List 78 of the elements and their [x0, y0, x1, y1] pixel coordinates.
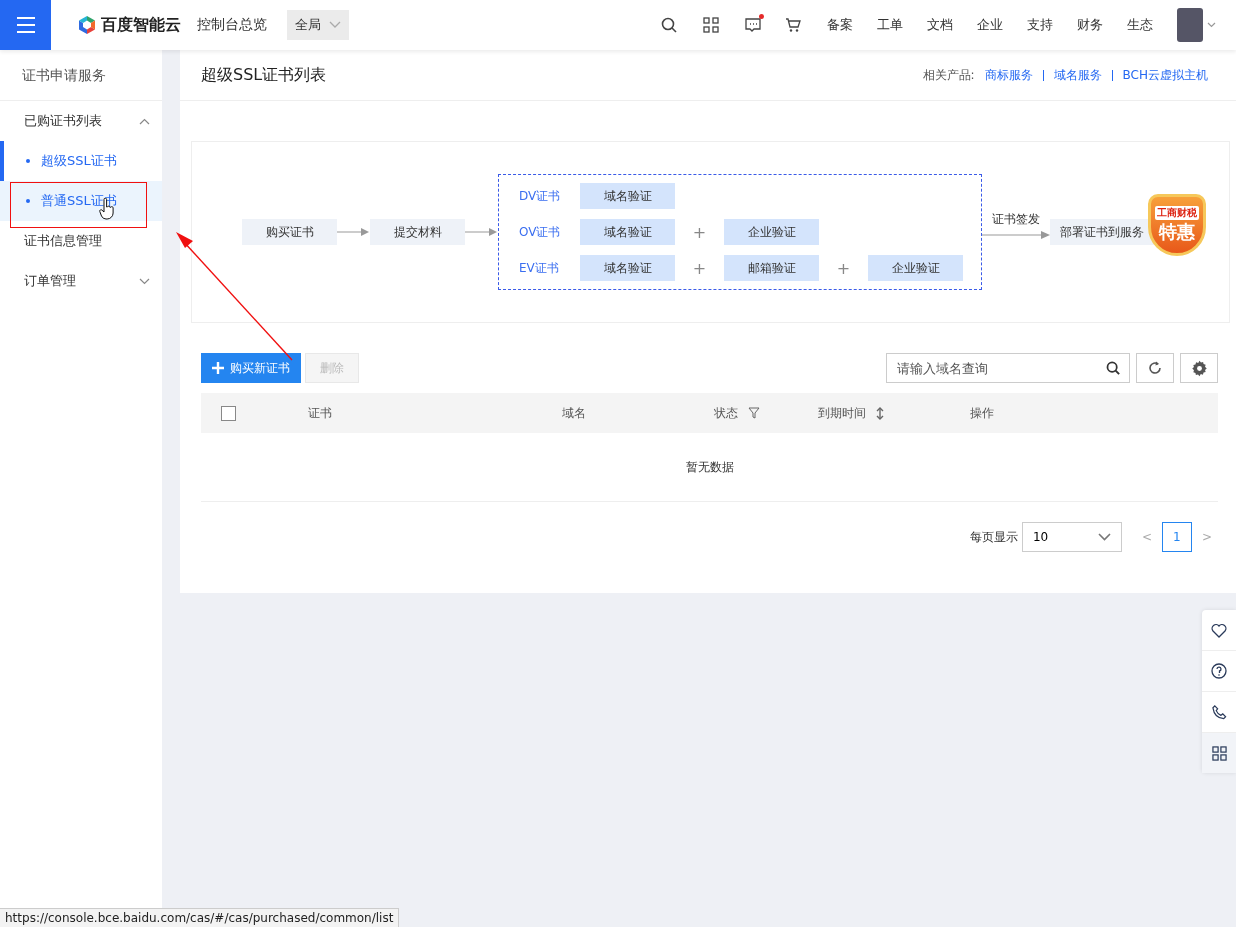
nav-link[interactable]: 企业	[977, 16, 1003, 34]
cart-icon[interactable]	[785, 17, 801, 33]
select-all-checkbox[interactable]	[221, 405, 236, 421]
related-link[interactable]: 域名服务	[1053, 66, 1102, 84]
step-box: 购买证书	[242, 219, 337, 245]
sort-icon[interactable]	[876, 406, 884, 420]
validation-step: 域名验证	[580, 219, 675, 245]
nav-link[interactable]: 文档	[927, 16, 953, 34]
column-header: 状态	[702, 393, 804, 433]
related-link[interactable]: 商标服务	[984, 66, 1033, 84]
plus-sign: +	[691, 222, 708, 242]
validation-step: 企业验证	[868, 255, 963, 281]
column-header: 操作	[969, 404, 995, 422]
caret-icon	[1097, 533, 1111, 541]
promo-badge[interactable]: 工商财税 特惠	[1148, 194, 1206, 256]
settings-icon	[1190, 359, 1208, 377]
step-box: 提交材料	[370, 219, 465, 245]
caret-icon	[329, 21, 341, 29]
nav-link[interactable]: 财务	[1077, 16, 1103, 34]
refresh-button[interactable]	[1136, 353, 1174, 383]
sidebar-group[interactable]: 已购证书列表	[0, 101, 162, 141]
status-url: https://console.bce.baidu.com/cas/#/cas/purchased/common/list	[0, 908, 400, 927]
column-header: 域名	[561, 404, 587, 422]
column-header: 证书	[307, 404, 333, 422]
sidebar-group[interactable]: 订单管理	[0, 261, 162, 301]
settings-button[interactable]	[1180, 353, 1218, 383]
plus-sign: +	[691, 258, 708, 278]
nav-link[interactable]: 工单	[877, 16, 903, 34]
validation-step: 邮箱验证	[724, 255, 819, 281]
menu-icon	[16, 17, 35, 33]
heart-icon[interactable]	[1211, 622, 1227, 638]
validation-step: 域名验证	[580, 255, 675, 281]
buy-button[interactable]: 购买新证书	[201, 353, 301, 383]
step-box: 部署证书到服务	[1050, 219, 1154, 245]
filter-icon[interactable]	[748, 407, 760, 419]
plus-sign: +	[835, 258, 852, 278]
help-icon[interactable]	[1211, 663, 1227, 679]
page-title: 超级SSL证书列表	[201, 64, 327, 86]
sidebar-subitem[interactable]: 超级SSL证书	[0, 141, 162, 181]
brand-name: 百度智能云	[101, 14, 181, 36]
plus-icon	[212, 362, 224, 374]
search-icon[interactable]	[661, 17, 677, 33]
chevron-icon	[139, 117, 150, 125]
phone-icon[interactable]	[1211, 704, 1227, 720]
arrow-icon	[465, 227, 497, 237]
validation-step: 域名验证	[580, 183, 675, 209]
apps-icon[interactable]	[1211, 745, 1227, 761]
nav-link[interactable]: 支持	[1027, 16, 1053, 34]
search-icon[interactable]	[1106, 361, 1120, 375]
page-size-label: 每页显示	[969, 528, 1018, 546]
caret-icon[interactable]	[1207, 22, 1216, 28]
page-size-dropdown[interactable]: 10	[1021, 522, 1122, 552]
message-icon[interactable]	[745, 17, 761, 33]
sidebar-subitem[interactable]: 普通SSL证书	[0, 181, 162, 221]
menu-button[interactable]	[0, 0, 51, 50]
nav-link[interactable]: 生态	[1127, 16, 1153, 34]
refresh-icon	[1147, 360, 1163, 376]
issue-label: 证书签发	[992, 210, 1040, 228]
cert-type-label: DV证书	[519, 187, 562, 205]
search-field[interactable]: 请输入域名查询	[886, 353, 1130, 383]
console-link[interactable]: 控制台总览	[197, 16, 267, 34]
column-header: 到期时间	[806, 393, 956, 433]
empty-message: 暂无数据	[685, 458, 734, 476]
sidebar-item[interactable]: 证书信息管理	[0, 221, 162, 261]
related-link[interactable]: BCH云虚拟主机	[1122, 66, 1208, 84]
cert-type-label: EV证书	[519, 259, 560, 277]
related-label: 相关产品:	[922, 66, 975, 84]
page-number[interactable]: 1	[1161, 522, 1192, 552]
grid-icon[interactable]	[703, 17, 719, 33]
region-dropdown[interactable]: 全局	[287, 10, 349, 40]
arrow-icon	[982, 229, 1050, 240]
logo-icon	[77, 15, 97, 35]
chevron-icon	[139, 277, 150, 285]
sidebar-title: 证书申请服务	[0, 50, 162, 101]
nav-link[interactable]: 备案	[827, 16, 853, 34]
cert-type-label: OV证书	[519, 223, 562, 241]
arrow-icon	[337, 227, 369, 237]
validation-step: 企业验证	[724, 219, 819, 245]
